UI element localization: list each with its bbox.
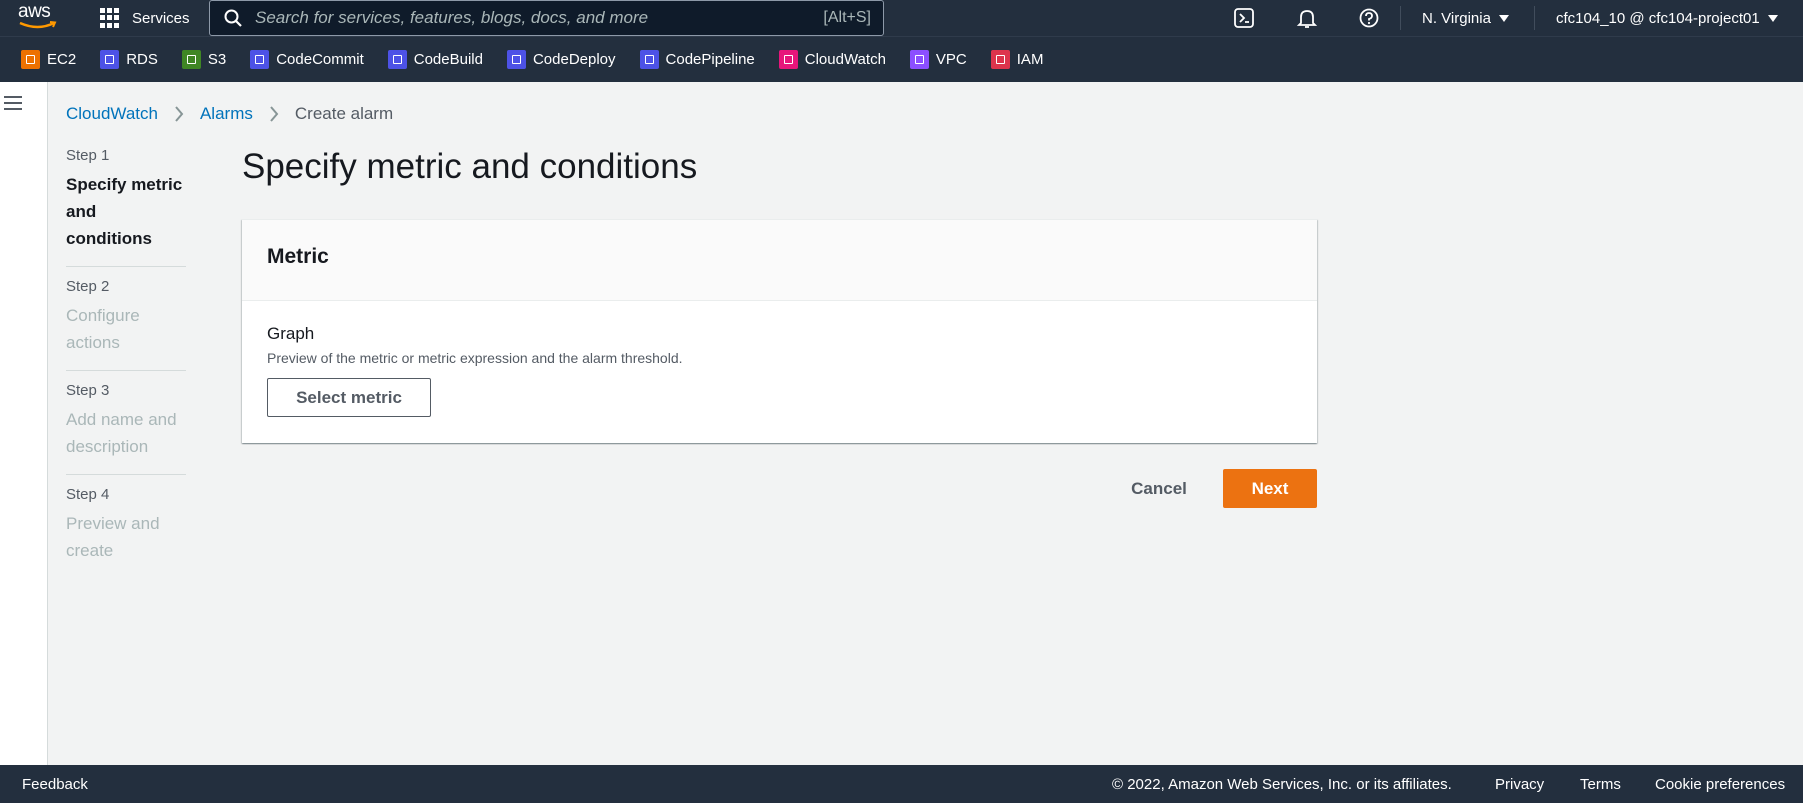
iam-icon xyxy=(990,50,1010,69)
aws-logo[interactable]: aws xyxy=(18,1,60,33)
breadcrumb-cloudwatch[interactable]: CloudWatch xyxy=(66,104,158,124)
notifications-bell-icon[interactable] xyxy=(1296,7,1318,29)
step-title: Specify metric and conditions xyxy=(66,175,183,248)
chevron-right-icon xyxy=(175,106,184,122)
select-metric-button[interactable]: Select metric xyxy=(267,378,431,417)
search-icon xyxy=(224,9,242,27)
next-button[interactable]: Next xyxy=(1223,469,1317,508)
favorite-label: CloudWatch xyxy=(804,51,886,68)
breadcrumb: CloudWatch Alarms Create alarm xyxy=(66,102,393,126)
caret-down-icon xyxy=(1767,14,1778,22)
account-label: cfc104_10 @ cfc104-project01 xyxy=(1556,9,1760,27)
aws-smile-icon xyxy=(19,21,57,29)
caret-down-icon xyxy=(1498,14,1509,22)
wizard-steps: Step 1 Specify metric and conditions Ste… xyxy=(66,146,186,588)
page-title: Specify metric and conditions xyxy=(242,147,698,186)
favorite-label: VPC xyxy=(935,51,967,68)
services-menu-button[interactable]: Services xyxy=(100,0,190,36)
wizard-step-4: Step 4 Preview and create xyxy=(66,485,186,578)
favorite-codedeploy[interactable]: CodeDeploy xyxy=(506,50,616,69)
region-label: N. Virginia xyxy=(1422,9,1491,27)
region-selector[interactable]: N. Virginia xyxy=(1422,0,1509,36)
cookie-preferences-link[interactable]: Cookie preferences xyxy=(1655,776,1785,793)
step-number: Step 3 xyxy=(66,382,110,399)
favorite-label: CodeCommit xyxy=(276,51,364,68)
wizard-step-2: Step 2 Configure actions xyxy=(66,277,186,371)
favorite-label: RDS xyxy=(126,51,158,68)
step-title: Configure actions xyxy=(66,306,140,352)
search-placeholder: Search for services, features, blogs, do… xyxy=(255,8,649,27)
footer: Feedback © 2022, Amazon Web Services, In… xyxy=(0,765,1803,803)
search-shortcut: [Alt+S] xyxy=(823,9,871,26)
account-menu[interactable]: cfc104_10 @ cfc104-project01 xyxy=(1556,0,1778,36)
cloudshell-icon[interactable] xyxy=(1233,7,1255,29)
favorite-label: EC2 xyxy=(47,51,77,68)
favorite-codepipeline[interactable]: CodePipeline xyxy=(639,50,755,69)
cancel-button[interactable]: Cancel xyxy=(1112,469,1206,508)
step-number: Step 4 xyxy=(66,486,110,503)
step-title: Preview and create xyxy=(66,514,160,560)
wizard-step-1: Step 1 Specify metric and conditions xyxy=(66,146,186,267)
feedback-link[interactable]: Feedback xyxy=(22,776,88,793)
search-input[interactable]: Search for services, features, blogs, do… xyxy=(209,0,884,36)
services-label: Services xyxy=(132,9,190,27)
favorites-bar: EC2 RDS S3 CodeCommit CodeBuild CodeDepl… xyxy=(0,36,1803,82)
favorite-label: S3 xyxy=(207,51,227,68)
favorite-codebuild[interactable]: CodeBuild xyxy=(387,50,483,69)
step-number: Step 2 xyxy=(66,278,110,295)
hamburger-menu-icon[interactable] xyxy=(4,96,22,110)
step-number: Step 1 xyxy=(66,147,110,164)
terms-link[interactable]: Terms xyxy=(1580,776,1621,793)
side-navigation-collapsed xyxy=(0,82,48,765)
aws-logo-text: aws xyxy=(18,1,51,22)
cloudwatch-icon xyxy=(778,50,798,69)
favorite-codecommit[interactable]: CodeCommit xyxy=(250,50,364,69)
favorite-s3[interactable]: S3 xyxy=(181,50,227,69)
favorite-ec2[interactable]: EC2 xyxy=(21,50,76,69)
rds-icon xyxy=(100,50,120,69)
nav-divider xyxy=(1400,6,1401,30)
breadcrumb-current: Create alarm xyxy=(294,104,394,123)
container-body: Graph Preview of the metric or metric ex… xyxy=(242,301,1317,439)
vpc-icon xyxy=(909,50,929,69)
favorite-label: CodeBuild xyxy=(413,51,483,68)
codepipeline-icon xyxy=(639,50,659,69)
codebuild-icon xyxy=(387,50,407,69)
top-navigation: aws Services Search for services, featur… xyxy=(0,0,1803,36)
s3-icon xyxy=(181,50,201,69)
codedeploy-icon xyxy=(506,50,526,69)
favorite-iam[interactable]: IAM xyxy=(990,50,1044,69)
favorite-label: CodeDeploy xyxy=(532,51,616,68)
copyright-text: © 2022, Amazon Web Services, Inc. or its… xyxy=(1112,775,1452,793)
metric-container: Metric Graph Preview of the metric or me… xyxy=(242,219,1317,443)
grid-icon xyxy=(100,8,120,28)
favorite-label: IAM xyxy=(1016,51,1044,68)
graph-description: Preview of the metric or metric expressi… xyxy=(267,350,683,366)
favorite-vpc[interactable]: VPC xyxy=(909,50,967,69)
chevron-right-icon xyxy=(270,106,279,122)
ec2-icon xyxy=(21,50,40,69)
graph-label: Graph xyxy=(267,324,315,343)
step-title: Add name and description xyxy=(66,410,177,456)
nav-divider xyxy=(1534,6,1535,30)
codecommit-icon xyxy=(250,50,270,69)
favorite-label: CodePipeline xyxy=(665,51,755,68)
favorite-cloudwatch[interactable]: CloudWatch xyxy=(778,50,886,69)
container-header: Metric xyxy=(242,220,1317,301)
wizard-step-3: Step 3 Add name and description xyxy=(66,381,186,475)
breadcrumb-alarms[interactable]: Alarms xyxy=(200,104,253,124)
privacy-link[interactable]: Privacy xyxy=(1495,776,1544,793)
help-icon[interactable] xyxy=(1358,7,1380,29)
favorite-rds[interactable]: RDS xyxy=(100,50,158,69)
